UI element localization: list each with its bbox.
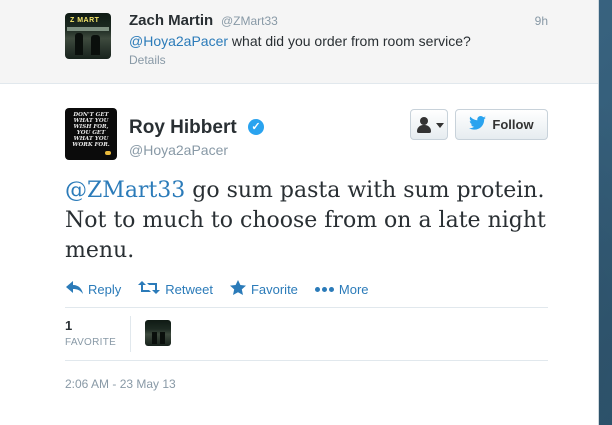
user-actions-dropdown-button[interactable] — [410, 109, 448, 140]
favoriter-avatar[interactable] — [145, 320, 171, 346]
reply-label: Reply — [88, 282, 122, 297]
twitter-bird-icon — [469, 116, 487, 133]
retweet-label: Retweet — [165, 282, 213, 297]
parent-mention-link[interactable]: @Hoya2aPacer — [129, 33, 228, 49]
divider — [65, 307, 548, 308]
reply-action[interactable]: Reply — [66, 281, 121, 298]
retweet-action[interactable]: Retweet — [138, 281, 213, 298]
stats-separator — [130, 316, 131, 352]
avatar-caption: DON'T GET WHAT YOU WISH FOR, YOU GET WHA… — [72, 112, 110, 148]
divider — [65, 360, 548, 361]
verified-badge-icon: ✓ — [248, 119, 264, 135]
more-action[interactable]: More — [314, 282, 369, 297]
star-icon — [229, 280, 246, 299]
caret-down-icon — [436, 123, 444, 128]
author-avatar[interactable]: DON'T GET WHAT YOU WISH FOR, YOU GET WHA… — [65, 108, 117, 160]
tweet-detail-card: Z MART Zach Martin @ZMart33 9h @Hoya2aPa… — [0, 0, 599, 425]
more-label: More — [338, 282, 369, 297]
reply-icon — [66, 281, 83, 298]
favorite-label: Favorite — [250, 282, 298, 297]
parent-tweet-text: @Hoya2aPacer what did you order from roo… — [129, 33, 471, 49]
more-dots-icon — [314, 287, 334, 292]
author-name[interactable]: Roy Hibbert — [129, 117, 237, 139]
favorite-action[interactable]: Favorite — [229, 280, 298, 299]
author-handle[interactable]: @Hoya2aPacer — [129, 142, 228, 158]
parent-author-handle[interactable]: @ZMart33 — [221, 14, 278, 28]
user-icon — [420, 117, 428, 125]
parent-tweet-body: what did you order from room service? — [228, 33, 471, 49]
parent-tweet[interactable]: Z MART Zach Martin @ZMart33 9h @Hoya2aPa… — [0, 0, 598, 84]
retweet-icon — [138, 281, 161, 298]
avatar-label: Z MART — [70, 17, 100, 24]
mention-link[interactable]: @ZMart33 — [65, 178, 185, 203]
tweet-text: @ZMart33 go sum pasta with sum protein. … — [65, 176, 565, 266]
parent-avatar[interactable]: Z MART — [65, 13, 111, 59]
details-link[interactable]: Details — [129, 53, 166, 67]
tweet-timestamp[interactable]: 2:06 AM - 23 May 13 — [65, 377, 176, 391]
parent-tweet-time[interactable]: 9h — [535, 14, 548, 28]
follow-button[interactable]: Follow — [455, 109, 548, 140]
tweet-actions: Reply Retweet Favorite More — [66, 280, 386, 299]
favorite-count[interactable]: 1 — [65, 318, 72, 333]
favorite-count-label[interactable]: FAVORITE — [65, 337, 116, 348]
follow-label: Follow — [492, 117, 534, 132]
parent-author-name[interactable]: Zach Martin — [129, 12, 213, 29]
